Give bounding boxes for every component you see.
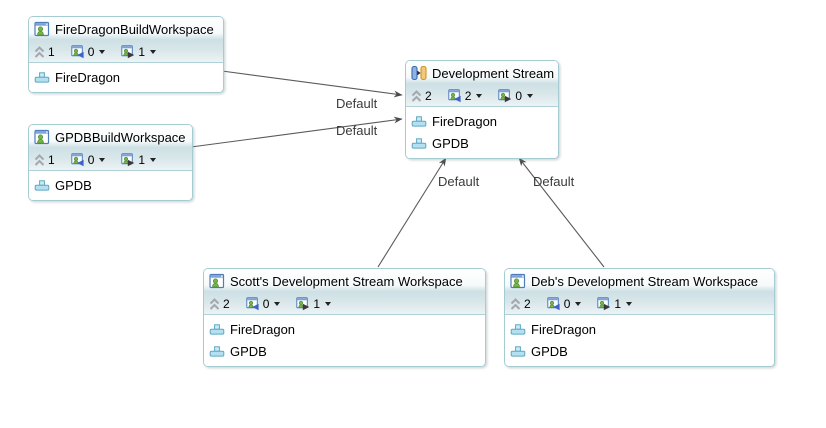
node-body: FireDragon GPDB [505,315,774,366]
component-item[interactable]: GPDB [411,132,553,154]
baseline-count: 2 [510,297,531,311]
chevron-down-icon [626,302,632,306]
chevron-down-icon [150,50,156,54]
chevron-down-icon [476,94,482,98]
node-title: GPDBBuildWorkspace [55,130,186,145]
stream-icon [411,65,427,81]
baseline-count: 2 [209,297,230,311]
incoming-changes-icon [246,297,260,311]
edge-label-default[interactable]: Default [438,174,479,189]
node-body: FireDragon [29,63,223,92]
node-header: Development Stream 2 2 0 [406,61,558,107]
component-item[interactable]: GPDB [510,340,769,362]
chevron-down-icon [150,158,156,162]
component-item[interactable]: GPDB [34,174,187,196]
incoming-changes-icon [547,297,561,311]
outgoing-changes-dropdown[interactable]: 1 [296,297,331,311]
incoming-changes-dropdown[interactable]: 2 [448,89,483,103]
component-item[interactable]: FireDragon [34,66,218,88]
component-icon [510,344,526,359]
incoming-changes-icon [71,153,85,167]
chevron-down-icon [99,50,105,54]
incoming-changes-dropdown[interactable]: 0 [71,153,106,167]
baseline-count: 1 [34,153,55,167]
component-icon [510,322,526,337]
flow-diagram-canvas: { "diagram": { "background": "#ffffff", … [0,0,826,428]
flow-edge-scott-to-stream[interactable] [378,158,446,267]
outgoing-changes-icon [121,45,135,59]
node-title: Deb's Development Stream Workspace [531,274,758,289]
baselines-chevrons-icon [209,297,220,311]
component-icon [34,70,50,85]
outgoing-changes-dropdown[interactable]: 1 [121,153,156,167]
node-body: FireDragon GPDB [204,315,485,366]
node-body: GPDB [29,171,192,200]
component-icon [209,322,225,337]
outgoing-changes-dropdown[interactable]: 1 [121,45,156,59]
edge-label-default[interactable]: Default [336,123,377,138]
chevron-down-icon [527,94,533,98]
node-header: Scott's Development Stream Workspace 2 0… [204,269,485,315]
repository-workspace-icon [34,129,50,145]
component-item[interactable]: FireDragon [411,110,553,132]
chevron-down-icon [99,158,105,162]
node-body: FireDragon GPDB [406,107,558,158]
repository-workspace-icon [510,273,526,289]
outgoing-changes-dropdown[interactable]: 1 [597,297,632,311]
edge-label-default[interactable]: Default [336,96,377,111]
edge-label-default[interactable]: Default [533,174,574,189]
outgoing-changes-dropdown[interactable]: 0 [498,89,533,103]
node-title: Scott's Development Stream Workspace [230,274,463,289]
node-title: FireDragonBuildWorkspace [55,22,214,37]
node-gpdb-build-workspace[interactable]: GPDBBuildWorkspace 1 0 1 GPDB [28,124,193,201]
baselines-chevrons-icon [34,45,45,59]
node-header: FireDragonBuildWorkspace 1 0 1 [29,17,223,63]
component-icon [209,344,225,359]
node-firedragon-build-workspace[interactable]: FireDragonBuildWorkspace 1 0 1 FireDrago… [28,16,224,93]
repository-workspace-icon [34,21,50,37]
component-icon [411,114,427,129]
node-header: Deb's Development Stream Workspace 2 0 1 [505,269,774,315]
outgoing-changes-icon [498,89,512,103]
incoming-changes-dropdown[interactable]: 0 [71,45,106,59]
baselines-chevrons-icon [411,89,422,103]
incoming-changes-dropdown[interactable]: 0 [246,297,281,311]
node-scotts-development-stream-workspace[interactable]: Scott's Development Stream Workspace 2 0… [203,268,486,367]
component-item[interactable]: GPDB [209,340,480,362]
node-development-stream[interactable]: Development Stream 2 2 0 FireDragon [405,60,559,159]
outgoing-changes-icon [296,297,310,311]
component-item[interactable]: FireDragon [209,318,480,340]
incoming-changes-icon [71,45,85,59]
chevron-down-icon [575,302,581,306]
incoming-changes-icon [448,89,462,103]
outgoing-changes-icon [597,297,611,311]
flow-edge-firedragonbuild-to-stream[interactable] [222,71,402,95]
outgoing-changes-icon [121,153,135,167]
chevron-down-icon [274,302,280,306]
repository-workspace-icon [209,273,225,289]
baselines-chevrons-icon [34,153,45,167]
component-icon [34,178,50,193]
node-header: GPDBBuildWorkspace 1 0 1 [29,125,192,171]
component-icon [411,136,427,151]
node-debs-development-stream-workspace[interactable]: Deb's Development Stream Workspace 2 0 1… [504,268,775,367]
node-title: Development Stream [432,66,554,81]
baseline-count: 2 [411,89,432,103]
incoming-changes-dropdown[interactable]: 0 [547,297,582,311]
chevron-down-icon [325,302,331,306]
baselines-chevrons-icon [510,297,521,311]
component-item[interactable]: FireDragon [510,318,769,340]
baseline-count: 1 [34,45,55,59]
